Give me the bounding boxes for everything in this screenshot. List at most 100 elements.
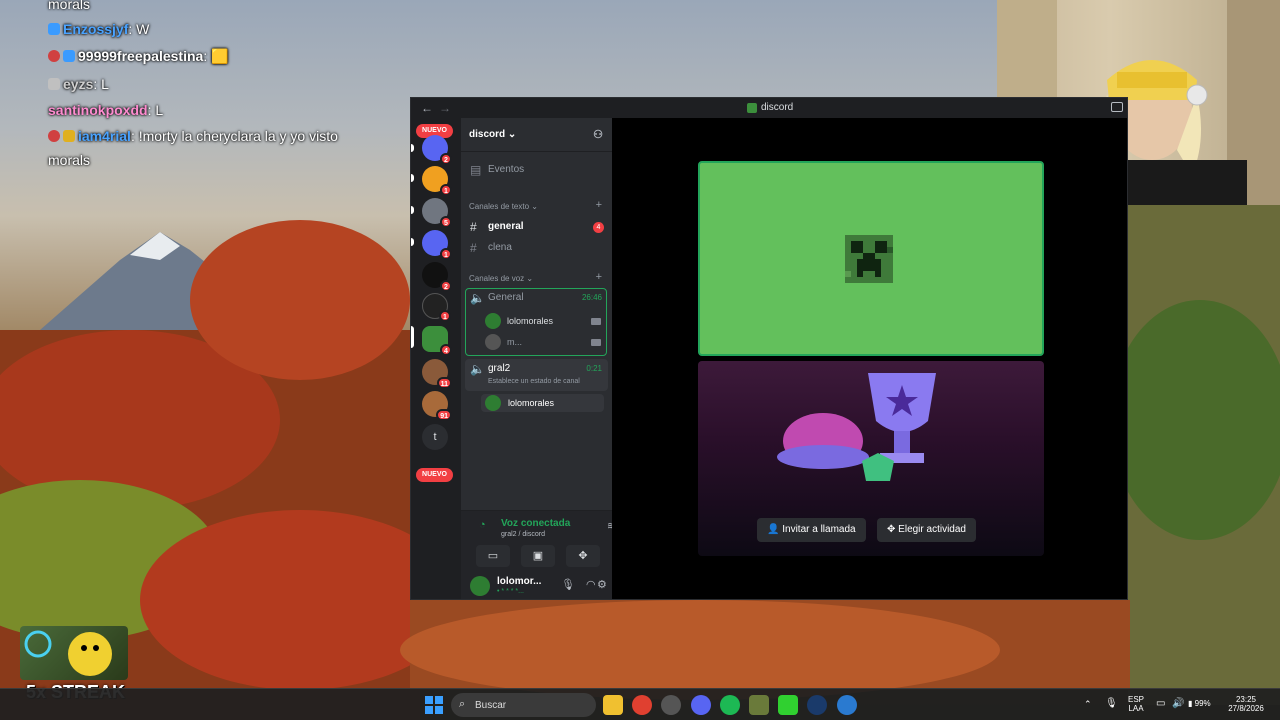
- server-icon[interactable]: 2: [422, 262, 452, 292]
- camera-icon: [591, 339, 601, 346]
- choose-activity-button[interactable]: ✥ Elegir actividad: [877, 518, 976, 542]
- mention-badge: 4: [593, 222, 604, 233]
- chat-username: iam4rial: [78, 128, 131, 144]
- forward-arrow-icon[interactable]: →: [439, 101, 457, 115]
- voice-location[interactable]: gral2 / discord: [501, 531, 545, 538]
- voice-user-row[interactable]: lolomorales: [481, 394, 604, 412]
- calendar-icon: ▤: [470, 163, 482, 177]
- channel-status-hint[interactable]: Establece un estado de canal: [488, 378, 580, 385]
- share-screen-button[interactable]: ▣: [521, 545, 555, 567]
- user-status: • * * * *...: [497, 588, 524, 595]
- voice-user-name: lolomorales: [507, 316, 554, 326]
- channel-label: gral2: [488, 363, 511, 374]
- user-name[interactable]: lolomor...: [497, 576, 541, 587]
- text-category[interactable]: Canales de texto ⌄: [469, 202, 538, 211]
- discord-window[interactable]: ←→ discord NUEVO 2 1 5 1 2 1 4 11 91 t N…: [410, 97, 1128, 600]
- voice-category[interactable]: Canales de voz ⌄: [469, 274, 533, 283]
- invite-to-call-button[interactable]: 👤 Invitar a llamada: [757, 518, 866, 542]
- chat-text: morals: [48, 152, 91, 168]
- camera-off-button[interactable]: ▭: [476, 545, 510, 567]
- clock[interactable]: 23:25 27/8/2026: [1222, 695, 1270, 713]
- settings-gear-icon[interactable]: ⚙: [597, 578, 607, 591]
- chat-username: 99999freepalestina: [78, 48, 204, 64]
- server-icon[interactable]: 1: [422, 166, 452, 196]
- voice-timer: 26:46: [581, 293, 602, 302]
- events-item[interactable]: ▤ Eventos: [465, 160, 608, 180]
- headphones-icon[interactable]: ◠: [586, 578, 596, 591]
- wifi-icon[interactable]: ▭: [1156, 698, 1165, 709]
- voice-user-name: m...: [507, 337, 522, 347]
- server-icon[interactable]: t: [422, 424, 448, 450]
- spotify-icon[interactable]: [720, 695, 740, 715]
- server-icon-active[interactable]: 4: [422, 326, 452, 356]
- inbox-icon[interactable]: [1111, 102, 1123, 112]
- voice-channel-gral2[interactable]: 🔈 gral2 0:21 Establece un estado de cana…: [465, 359, 608, 391]
- window-titlebar[interactable]: ←→ discord: [411, 98, 1127, 118]
- channel-label: general: [488, 221, 524, 232]
- guild-name[interactable]: discord ⌄: [469, 129, 516, 140]
- back-arrow-icon[interactable]: ←: [421, 101, 439, 115]
- windows-taskbar: ⌕ Buscar ⌃ 🎙 ESP LAA ▭ 🔊 ▮ 99% 23:25 27/…: [0, 688, 1280, 720]
- server-icon[interactable]: 91: [422, 391, 452, 421]
- chat-text: : !morty la cheryclara la y yo visto: [130, 128, 338, 144]
- chrome-icon[interactable]: [632, 695, 652, 715]
- server-folder-icon[interactable]: 5: [422, 198, 452, 228]
- file-explorer-icon[interactable]: [603, 695, 623, 715]
- voice-stage: 👤 Invitar a llamada ✥ Elegir actividad: [612, 118, 1127, 599]
- chat-username: eyzs: [63, 76, 94, 92]
- volume-icon[interactable]: 🔊: [1172, 698, 1184, 709]
- start-button[interactable]: [424, 695, 444, 715]
- language-indicator[interactable]: ESP LAA: [1124, 695, 1148, 713]
- chat-text: : W: [128, 21, 150, 37]
- minecraft-icon[interactable]: [749, 695, 769, 715]
- obs-icon[interactable]: [661, 695, 681, 715]
- avatar: [485, 395, 501, 411]
- add-channel-icon[interactable]: +: [596, 271, 602, 283]
- camera-icon: [591, 318, 601, 325]
- activities-button[interactable]: ✥: [566, 545, 600, 567]
- channel-sidebar: discord ⌄ ⚇ ▤ Eventos Canales de texto ⌄…: [461, 118, 645, 599]
- guild-header[interactable]: discord ⌄ ⚇: [461, 118, 612, 152]
- voice-channel-general[interactable]: 🔈 General 26:46: [465, 288, 608, 308]
- battery-icon: ▮: [1188, 699, 1193, 708]
- user-avatar[interactable]: [470, 576, 490, 596]
- unread-badge: 4: [440, 344, 452, 356]
- user-panel: lolomor... • * * * *... 🎙 ◠ ⚙: [461, 570, 612, 599]
- steam-icon[interactable]: [807, 695, 827, 715]
- diamond-badge-icon: [63, 50, 75, 62]
- speaker-icon: 🔈: [470, 291, 485, 305]
- channel-clena[interactable]: # clena: [465, 238, 608, 258]
- lang-top: ESP: [1127, 695, 1144, 704]
- server-list: NUEVO 2 1 5 1 2 1 4 11 91 t NUEVO: [411, 118, 461, 599]
- server-icon[interactable]: 2: [422, 135, 452, 165]
- app-icon[interactable]: [837, 695, 857, 715]
- battery-indicator[interactable]: ▮ 99%: [1188, 699, 1211, 708]
- new-badge: NUEVO: [416, 468, 453, 482]
- taskbar-search[interactable]: ⌕ Buscar: [451, 693, 596, 717]
- discord-server-icon[interactable]: 1: [422, 230, 452, 260]
- add-channel-icon[interactable]: +: [596, 199, 602, 211]
- user-video-tile[interactable]: [698, 161, 1044, 356]
- unread-badge: 1: [440, 248, 452, 260]
- channel-label: clena: [488, 242, 512, 253]
- voice-user-name: lolomorales: [508, 398, 555, 408]
- channel-label: General: [488, 292, 524, 303]
- signal-icon: ◔: [479, 519, 486, 531]
- voice-status[interactable]: Voz conectada: [501, 518, 570, 529]
- hash-icon: #: [470, 220, 477, 234]
- server-icon[interactable]: 1: [422, 293, 451, 322]
- discord-taskbar-icon[interactable]: [691, 695, 711, 715]
- avatar: [485, 334, 501, 350]
- unread-badge: 1: [439, 310, 451, 322]
- kick-icon[interactable]: [778, 695, 798, 715]
- unread-badge: 1: [440, 184, 452, 196]
- add-member-icon[interactable]: ⚇: [593, 128, 603, 141]
- mic-tray-icon[interactable]: 🎙: [1105, 698, 1118, 709]
- channel-general[interactable]: # general 4: [465, 217, 608, 237]
- chat-text: : L: [93, 76, 109, 92]
- tray-chevron-icon[interactable]: ⌃: [1084, 699, 1092, 710]
- chat-message: santinokpoxdd: L: [48, 102, 163, 118]
- navigation-arrows[interactable]: ←→: [421, 101, 457, 115]
- microphone-icon[interactable]: 🎙: [561, 578, 575, 591]
- server-icon[interactable]: 11: [422, 359, 452, 389]
